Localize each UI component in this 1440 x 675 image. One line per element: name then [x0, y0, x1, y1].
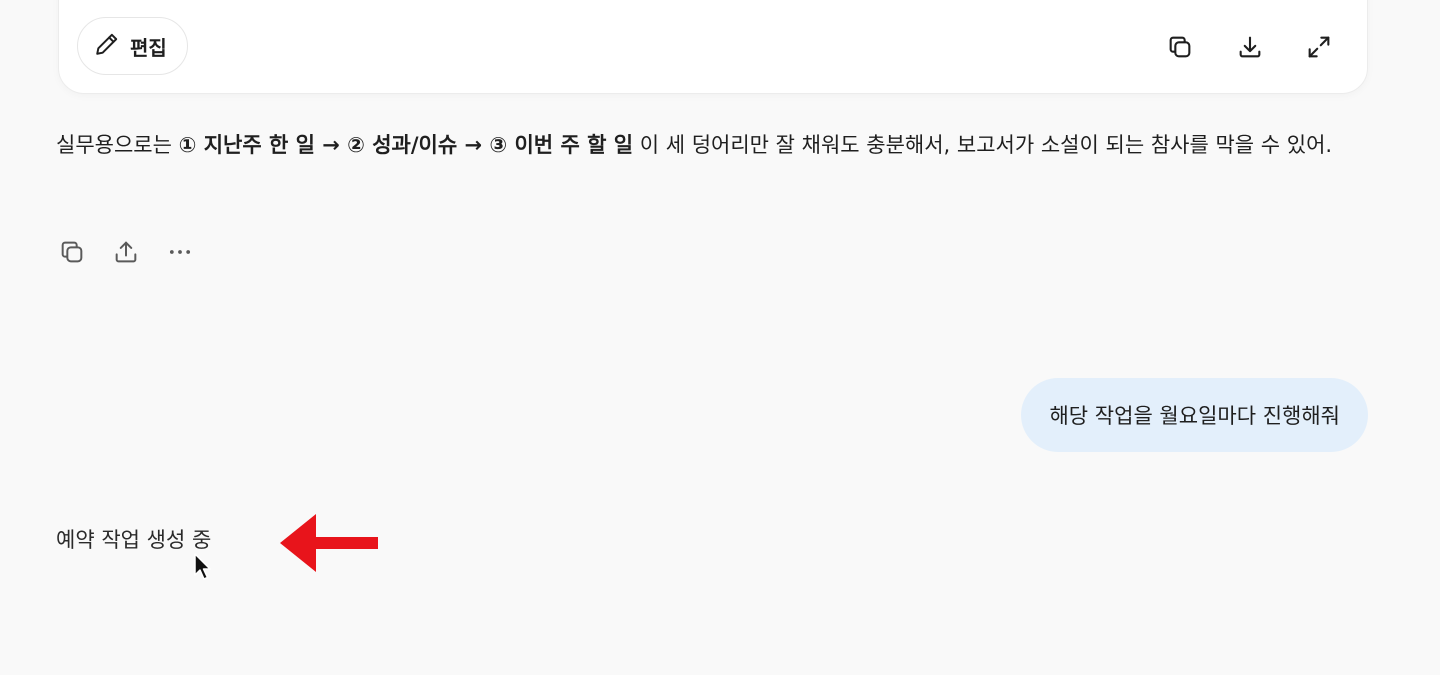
assistant-text-intro: 실무용으로는 — [56, 133, 179, 157]
chat-page: 편집 실무용으로는 ① 지난주 한 일 → ② 성과/이슈 → ③ 이번 주 할… — [0, 0, 1440, 675]
document-card: 편집 — [58, 0, 1368, 94]
annotation-arrow-icon — [280, 514, 378, 572]
mouse-cursor-icon — [194, 553, 211, 580]
expand-icon[interactable] — [1304, 32, 1334, 62]
edit-button-label: 편집 — [130, 35, 167, 60]
user-message-bubble: 해당 작업을 월요일마다 진행해줘 — [1021, 378, 1368, 452]
user-message-text: 해당 작업을 월요일마다 진행해줘 — [1049, 404, 1340, 428]
more-icon[interactable] — [164, 236, 196, 268]
edit-button[interactable]: 편집 — [77, 17, 188, 75]
assistant-message: 실무용으로는 ① 지난주 한 일 → ② 성과/이슈 → ③ 이번 주 할 일 … — [56, 122, 1376, 168]
status-text: 예약 작업 생성 중 — [56, 528, 212, 552]
assistant-text-steps: ① 지난주 한 일 → ② 성과/이슈 → ③ 이번 주 할 일 — [178, 133, 634, 157]
download-icon[interactable] — [1235, 32, 1265, 62]
assistant-text-rest: 이 세 덩어리만 잘 채워도 충분해서, 보고서가 소설이 되는 참사를 막을 … — [633, 133, 1333, 157]
message-actions — [56, 236, 196, 268]
pencil-icon — [94, 31, 120, 61]
copy-icon[interactable] — [1165, 32, 1195, 62]
share-icon[interactable] — [110, 236, 142, 268]
copy-icon[interactable] — [56, 236, 88, 268]
